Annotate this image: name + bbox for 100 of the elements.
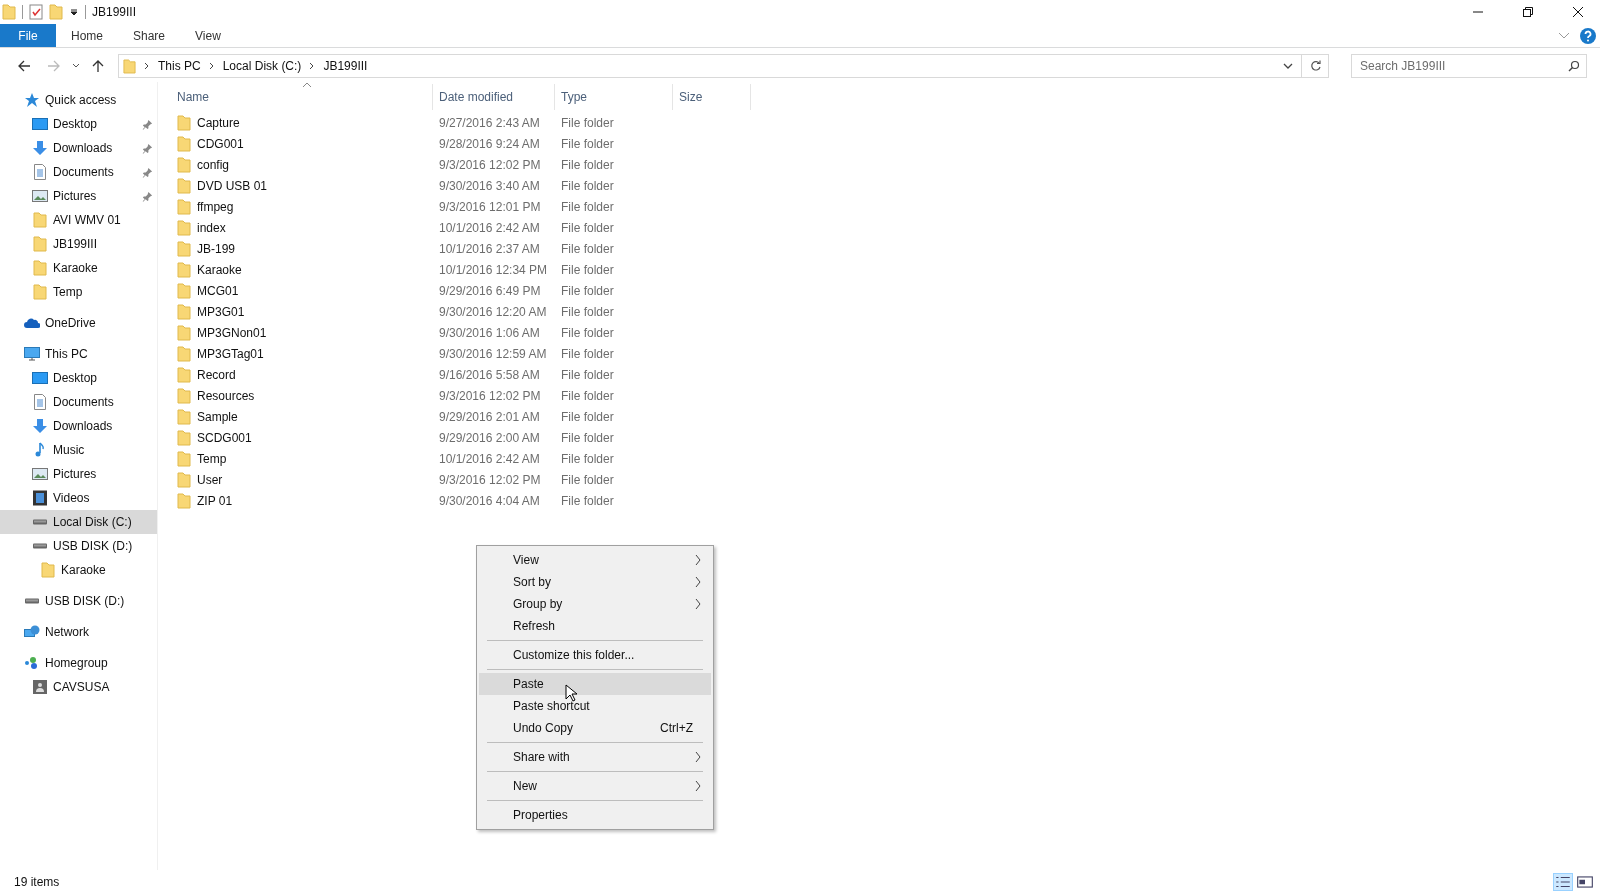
sidebar-item[interactable]: Documents (0, 160, 157, 184)
ribbon-tab[interactable]: File (0, 24, 56, 47)
help-icon[interactable] (1580, 27, 1596, 44)
sidebar-item[interactable]: Pictures (0, 184, 157, 208)
sidebar-item[interactable]: Karaoke (0, 558, 157, 582)
date-cell-text: 9/29/2016 2:00 AM (438, 430, 541, 445)
menu-item[interactable]: View (479, 549, 711, 571)
restore-icon[interactable] (1522, 6, 1534, 18)
sidebar-item[interactable]: Music (0, 438, 157, 462)
sidebar-item[interactable]: Homegroup (0, 651, 157, 675)
sidebar-item[interactable]: OneDrive (0, 311, 157, 335)
search-field[interactable]: Search JB199III (1351, 54, 1587, 78)
type-cell-text: File folder (560, 157, 615, 172)
sidebar-item[interactable]: USB DISK (D:) (0, 589, 157, 613)
pin-icon[interactable] (142, 142, 153, 154)
chevron-right-icon (695, 554, 701, 566)
type-cell-text: File folder (560, 472, 615, 487)
sidebar-item[interactable]: Downloads (0, 136, 157, 160)
chevron-down-icon[interactable] (1283, 63, 1293, 69)
pin-icon[interactable] (142, 190, 153, 202)
file-name[interactable]: ffmpeg (197, 199, 234, 214)
sidebar-item[interactable]: Downloads (0, 414, 157, 438)
file-name[interactable]: User (197, 472, 223, 487)
chevron-right-icon[interactable] (208, 62, 215, 70)
file-name[interactable]: JB-199 (197, 241, 236, 256)
column-header[interactable]: Type (555, 84, 673, 110)
file-name[interactable]: MP3G01 (197, 304, 245, 319)
ribbon-tab[interactable]: Share (118, 24, 181, 47)
sidebar-item[interactable]: Network (0, 620, 157, 644)
date-cell-text: 9/27/2016 2:43 AM (438, 115, 541, 130)
menu-item[interactable]: Sort by (479, 571, 711, 593)
file-name[interactable]: Sample (197, 409, 238, 424)
file-name[interactable]: CDG001 (197, 136, 244, 151)
sidebar-item[interactable]: Videos (0, 486, 157, 510)
sidebar-item[interactable]: Documents (0, 390, 157, 414)
pin-icon[interactable] (142, 118, 153, 130)
file-name[interactable]: Karaoke (197, 262, 242, 277)
sidebar-item[interactable]: Local Disk (C:) (0, 510, 157, 534)
chevron-right-icon[interactable] (309, 62, 316, 70)
picture-icon (32, 466, 48, 482)
sidebar-item[interactable]: Desktop (0, 112, 157, 136)
refresh-icon[interactable] (1310, 60, 1322, 72)
folder-icon (177, 450, 191, 467)
column-header[interactable]: Date modified (433, 84, 555, 110)
file-name[interactable]: Temp (197, 451, 227, 466)
folder-icon (177, 219, 191, 236)
document-icon (32, 164, 48, 180)
sidebar-item[interactable]: Quick access (0, 88, 157, 112)
column-header[interactable]: Size (673, 84, 751, 110)
menu-item[interactable]: Paste shortcut (479, 695, 711, 717)
thumbnail-view-icon[interactable] (1576, 874, 1594, 890)
date-cell-text: 9/3/2016 12:01 PM (438, 199, 542, 214)
breadcrumb[interactable]: This PC (158, 59, 201, 73)
sidebar-item[interactable]: Desktop (0, 366, 157, 390)
back-arrow-icon[interactable] (17, 59, 31, 73)
up-arrow-icon[interactable] (91, 59, 105, 73)
column-header[interactable]: Name (177, 84, 433, 110)
address-bar[interactable]: This PC Local Disk (C:) JB199III (118, 54, 1329, 78)
sidebar-item[interactable]: AVI WMV 01 (0, 208, 157, 232)
close-icon[interactable] (1572, 6, 1584, 18)
chevron-down-icon[interactable] (72, 63, 80, 69)
date-cell-text: 10/1/2016 12:34 PM (438, 262, 549, 277)
file-name[interactable]: DVD USB 01 (197, 178, 268, 193)
sidebar-item[interactable]: Karaoke (0, 256, 157, 280)
file-name[interactable]: config (197, 157, 230, 172)
file-name[interactable]: SCDG001 (197, 430, 252, 445)
breadcrumb[interactable]: JB199III (323, 59, 368, 73)
properties-icon[interactable] (29, 4, 43, 20)
file-name[interactable]: Capture (197, 115, 240, 130)
type-cell-text: File folder (560, 325, 615, 340)
sidebar-item[interactable]: USB DISK (D:) (0, 534, 157, 558)
sidebar-item[interactable]: JB199III (0, 232, 157, 256)
chevron-right-icon[interactable] (144, 62, 150, 70)
folder-icon (177, 345, 191, 362)
dropdown-icon[interactable] (69, 7, 79, 17)
sidebar-item[interactable]: Pictures (0, 462, 157, 486)
file-name[interactable]: MP3GTag01 (197, 346, 264, 361)
type-cell-text: File folder (560, 388, 615, 403)
menu-item[interactable]: Paste (479, 673, 711, 695)
file-name[interactable]: Record (197, 367, 236, 382)
search-icon[interactable] (1568, 60, 1580, 72)
menu-item[interactable]: Properties (479, 804, 711, 826)
pin-icon[interactable] (142, 166, 153, 178)
folder-icon (177, 471, 191, 488)
sidebar-item[interactable]: This PC (0, 342, 157, 366)
file-name[interactable]: index (197, 220, 226, 235)
file-name[interactable]: ZIP 01 (197, 493, 233, 508)
date-cell-text: 10/1/2016 2:42 AM (438, 220, 541, 235)
folder-icon (32, 236, 48, 252)
ribbon-tab[interactable]: Home (56, 24, 118, 47)
chevron-right-icon (695, 598, 701, 610)
breadcrumb[interactable]: Local Disk (C:) (222, 59, 302, 73)
menu-item[interactable]: Group by (479, 593, 711, 615)
sidebar-item[interactable]: Temp (0, 280, 157, 304)
file-name[interactable]: MP3GNon01 (197, 325, 267, 340)
ribbon-tab[interactable]: View (180, 24, 236, 47)
sidebar-item[interactable]: CAVSUSA (0, 675, 157, 699)
details-view-icon[interactable] (1554, 874, 1572, 890)
file-name[interactable]: MCG01 (197, 283, 239, 298)
file-name[interactable]: Resources (197, 388, 255, 403)
